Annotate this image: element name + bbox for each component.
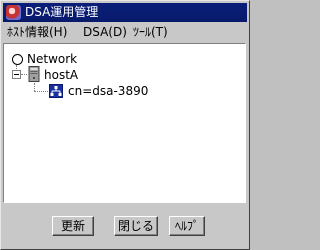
help-button-label: ﾍﾙﾌﾟ [174,219,199,233]
help-button[interactable]: ﾍﾙﾌﾟ [169,216,205,236]
tree-connector [34,83,35,91]
title-bar[interactable]: DSA運用管理 [3,3,247,22]
app-icon [6,5,21,20]
window-title: DSA運用管理 [25,5,99,19]
menu-dsa[interactable]: DSA(D) [83,25,127,40]
close-button-label: 閉じる [117,219,154,233]
menu-host-info[interactable]: ﾎｽﾄ情報(H) [7,25,67,40]
host-icon [28,66,40,82]
close-button[interactable]: 閉じる [114,216,158,236]
collapse-toggle-icon[interactable] [12,70,21,79]
network-root-icon [12,54,23,65]
tree-connector [21,74,27,75]
tree-node-host[interactable]: hostA [44,68,78,82]
network-tree[interactable]: Network hostA cn=dsa-3890 [3,43,246,203]
refresh-button[interactable]: 更新 [52,216,94,236]
refresh-button-label: 更新 [60,219,85,233]
tree-node-dsa[interactable]: cn=dsa-3890 [68,84,148,98]
menu-tools[interactable]: ﾂｰﾙ(T) [133,25,168,40]
menu-bar: ﾎｽﾄ情報(H) DSA(D) ﾂｰﾙ(T) [3,23,247,42]
tree-node-network[interactable]: Network [27,52,77,66]
dsa-management-window: DSA運用管理 ﾎｽﾄ情報(H) DSA(D) ﾂｰﾙ(T) Network h… [0,0,250,250]
tree-connector [34,91,48,92]
dsa-icon [49,84,63,98]
